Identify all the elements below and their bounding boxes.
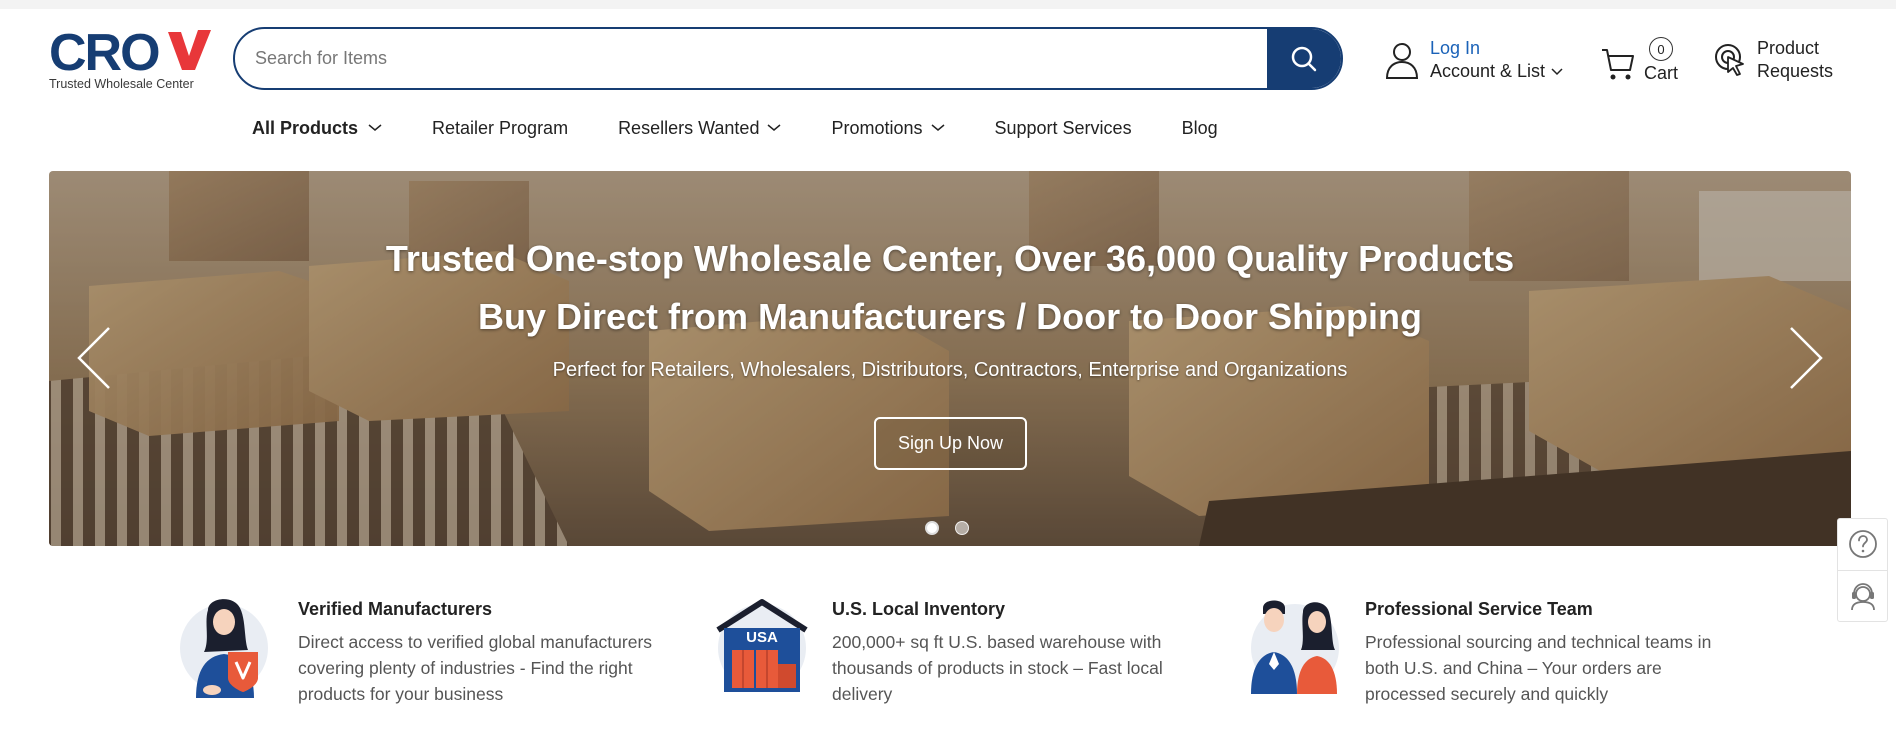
nav-resellers-wanted[interactable]: Resellers Wanted: [618, 118, 781, 139]
usa-badge-text: USA: [746, 629, 778, 646]
nav-blog[interactable]: Blog: [1182, 118, 1218, 139]
feature-description: Professional sourcing and technical team…: [1365, 632, 1712, 704]
nav-support-services-label: Support Services: [994, 117, 1132, 138]
logo-mark: CRO: [49, 26, 211, 74]
nav-promotions[interactable]: Promotions: [831, 118, 944, 139]
help-icon: [1848, 530, 1877, 559]
feature-description: 200,000+ sq ft U.S. based warehouse with…: [832, 632, 1163, 704]
chevron-left-icon: [77, 327, 110, 389]
search-bar: [233, 27, 1343, 90]
nav-retailer-program-label: Retailer Program: [432, 117, 569, 138]
crov-logo[interactable]: CRO Trusted Wholesale Center: [49, 26, 211, 94]
chevron-down-icon: [767, 124, 781, 131]
nav-resellers-wanted-label: Resellers Wanted: [618, 117, 760, 138]
sign-up-now-button[interactable]: Sign Up Now: [874, 417, 1027, 470]
nav-support-services[interactable]: Support Services: [995, 118, 1132, 139]
product-requests-line2: Requests: [1757, 61, 1834, 81]
main-nav: All Products Retailer Program Resellers …: [252, 113, 1268, 143]
cart-count-badge: 0: [1649, 37, 1673, 61]
usa-warehouse-illustration: USA: [716, 599, 808, 692]
hero-headline-1: Trusted One-stop Wholesale Center, Over …: [385, 238, 1515, 279]
customer-service-button[interactable]: [1838, 569, 1887, 622]
account-menu[interactable]: Log In Account & List: [1384, 36, 1563, 84]
help-button[interactable]: [1838, 519, 1887, 570]
cart-label: Cart: [1644, 63, 1679, 83]
search-icon: [1291, 46, 1317, 71]
product-requests-button[interactable]: Product Requests: [1713, 36, 1833, 84]
carousel-dot-1[interactable]: [925, 521, 939, 535]
verified-manufacturer-illustration: [180, 599, 268, 698]
carousel-prev-button[interactable]: [75, 326, 115, 390]
login-link[interactable]: Log In: [1430, 37, 1563, 60]
feature-title: Verified Manufacturers: [298, 599, 493, 619]
cart-button[interactable]: 0 Cart: [1600, 34, 1678, 84]
account-list-dropdown[interactable]: Account & List: [1430, 60, 1563, 83]
side-toolbar: [1837, 518, 1888, 622]
nav-retailer-program[interactable]: Retailer Program: [432, 118, 568, 139]
carousel-next-button[interactable]: [1785, 326, 1825, 390]
feature-description: Direct access to verified global manufac…: [298, 632, 653, 704]
nav-promotions-label: Promotions: [831, 117, 923, 138]
hero-headline-2: Buy Direct from Manufacturers / Door to …: [477, 296, 1423, 337]
top-strip: [0, 0, 1896, 9]
carousel-dots: [925, 521, 969, 535]
product-request-icon: [1715, 44, 1744, 76]
feature-title: Professional Service Team: [1365, 599, 1593, 619]
chevron-right-icon: [1790, 327, 1823, 389]
hero-banner: Trusted One-stop Wholesale Center, Over …: [49, 171, 1851, 546]
nav-blog-label: Blog: [1181, 117, 1218, 138]
account-list-label: Account & List: [1430, 61, 1546, 81]
svg-text:CRO: CRO: [49, 26, 159, 74]
product-requests-line1: Product: [1757, 38, 1820, 58]
nav-all-products[interactable]: All Products: [252, 118, 382, 139]
feature-us-local-inventory: USA U.S. Local Inventory 200,000+ sq ft …: [712, 590, 1212, 707]
carousel-dot-2[interactable]: [955, 521, 969, 535]
user-icon: [1385, 43, 1419, 79]
hero-subtitle: Perfect for Retailers, Wholesalers, Dist…: [552, 359, 1348, 381]
logo-tagline: Trusted Wholesale Center: [49, 77, 194, 91]
service-team-illustration: [1251, 600, 1339, 694]
chevron-down-icon: [368, 124, 382, 131]
search-input[interactable]: [235, 29, 1267, 88]
nav-all-products-label: All Products: [252, 117, 359, 138]
search-button[interactable]: [1267, 29, 1341, 88]
feature-title: U.S. Local Inventory: [832, 599, 1006, 619]
chevron-down-icon: [931, 124, 944, 131]
feature-verified-manufacturers: Verified Manufacturers Direct access to …: [178, 590, 678, 707]
customer-service-icon: [1850, 582, 1875, 610]
cart-icon: [1602, 49, 1634, 80]
feature-professional-service-team: Professional Service Team Professional s…: [1245, 590, 1745, 707]
chevron-down-icon: [1551, 67, 1563, 75]
